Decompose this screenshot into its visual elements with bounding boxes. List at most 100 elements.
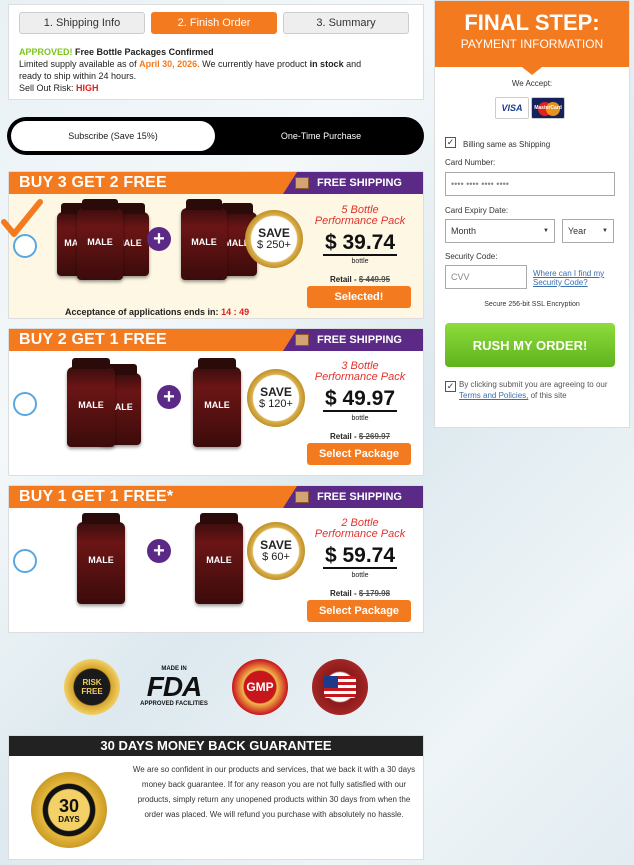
cvv-help-link[interactable]: Where can I find my Security Code?: [533, 269, 617, 287]
card-number-input[interactable]: •••• •••• •••• ••••: [445, 172, 615, 196]
subscribe-option[interactable]: Subscribe (Save 15%): [11, 121, 215, 151]
in-stock-text: in stock: [309, 59, 344, 69]
supply-text-2: We currently have product: [202, 59, 308, 69]
save-label: SAVE: [260, 385, 292, 399]
terms-link[interactable]: Terms and Policies,: [459, 391, 528, 400]
fda-logo: FDA: [146, 671, 203, 702]
pack-type: Performance Pack: [314, 215, 406, 227]
plus-icon: +: [157, 385, 181, 409]
guarantee-title: 30 DAYS MONEY BACK GUARANTEE: [9, 736, 423, 756]
rush-my-order-button[interactable]: RUSH MY ORDER!: [445, 323, 615, 367]
terms-checkbox[interactable]: ✓: [445, 381, 456, 392]
retail-price: Retail - $ 179.98: [305, 589, 415, 598]
save-amount: $ 120+: [259, 398, 293, 410]
checkmark-icon: [1, 199, 43, 237]
steps-bar: 1. Shipping Info 2. Finish Order 3. Summ…: [19, 12, 409, 34]
price-unit: bottle: [351, 572, 369, 579]
us-flag-icon: [324, 676, 356, 698]
risk-free-badge: RISK FREE: [64, 659, 120, 715]
product-bottle: MALE: [77, 199, 123, 280]
deadline-label: Acceptance of applications ends in:: [65, 307, 219, 317]
approved-label: APPROVED!: [19, 47, 73, 57]
terms-text: By clicking submit you are agreeing to o…: [459, 379, 621, 401]
free-text: FREE: [81, 687, 103, 696]
bottle-label: MALE: [78, 399, 104, 410]
package-radio[interactable]: [13, 549, 37, 573]
cvv-input[interactable]: CVV: [445, 265, 527, 289]
gmp-text: GMP: [246, 680, 274, 694]
package-price: $ 59.74: [305, 544, 415, 569]
supply-text-3: and: [346, 59, 362, 69]
chevron-down-icon: ▼: [543, 228, 549, 234]
product-bottle: MALE: [77, 513, 125, 604]
pack-name: 2 Bottle Performance Pack: [305, 518, 415, 540]
pack-name: 3 Bottle Performance Pack: [305, 361, 415, 383]
stock-notice: APPROVED! Free Bottle Packages Confirmed…: [19, 46, 414, 94]
package-radio[interactable]: [13, 392, 37, 416]
retail-price: Retail - $ 449.95: [305, 275, 415, 284]
accepted-cards-label: We Accept:: [511, 79, 553, 88]
retail-label: Retail -: [329, 589, 357, 598]
billing-same-checkbox[interactable]: ✓: [445, 137, 456, 148]
product-bottle: MALE: [195, 513, 243, 604]
product-bottle: MALE: [193, 358, 241, 447]
box-icon: [295, 334, 309, 346]
bottle-label: MALE: [204, 399, 230, 410]
money-back-guarantee: 30 DAYS MONEY BACK GUARANTEE 30 DAYS We …: [8, 735, 424, 860]
free-shipping-label: FREE SHIPPING: [317, 177, 402, 189]
chevron-down-icon: ▼: [602, 228, 608, 234]
bottle-label: MALE: [87, 237, 113, 248]
ssl-secure-text: Secure 256-bit SSL Encryption: [484, 301, 580, 308]
mastercard-icon: MasterCard: [531, 97, 565, 119]
selected-button[interactable]: Selected!: [307, 286, 411, 308]
price-value: $ 49.97: [322, 387, 398, 412]
mastercard-text: MasterCard: [534, 105, 562, 111]
bottle-label: MALE: [88, 555, 114, 566]
bottle-label: MALE: [206, 555, 232, 566]
risk-text: RISK: [82, 678, 102, 687]
package-header: BUY 1 GET 1 FREE* FREE SHIPPING: [9, 486, 423, 508]
package-card-3-bottle[interactable]: BUY 2 GET 1 FREE FREE SHIPPING MALE MALE…: [8, 328, 424, 476]
product-bottle: MALE: [181, 199, 227, 280]
seal-days: DAYS: [58, 814, 80, 824]
step-finish-order[interactable]: 2. Finish Order: [151, 12, 277, 34]
seal-number: 30: [58, 795, 80, 816]
product-bottle: MALE: [67, 358, 115, 447]
step-summary[interactable]: 3. Summary: [283, 12, 409, 34]
save-badge: SAVE $ 60+: [247, 522, 305, 580]
select-package-button[interactable]: Select Package: [307, 443, 411, 465]
deadline-text: Acceptance of applications ends in: 14 :…: [65, 307, 249, 317]
save-badge: SAVE $ 250+: [245, 210, 303, 268]
one-time-option[interactable]: One-Time Purchase: [221, 121, 421, 151]
payment-header: FINAL STEP: PAYMENT INFORMATION: [435, 1, 629, 75]
terms-text-b: of this site: [530, 391, 567, 400]
expiry-year-select[interactable]: Year ▼: [562, 219, 614, 243]
fda-badge: MADE IN FDA APPROVED FACILITIES: [136, 659, 212, 715]
expiry-month-select[interactable]: Month ▼: [445, 219, 555, 243]
supply-date: April 30, 2026.: [139, 59, 200, 69]
package-card-2-bottle[interactable]: BUY 1 GET 1 FREE* FREE SHIPPING MALE + M…: [8, 485, 424, 633]
price-value: $ 39.74: [322, 231, 398, 256]
retail-value: $ 449.95: [358, 275, 391, 284]
visa-icon: VISA: [495, 97, 529, 119]
retail-label: Retail -: [329, 275, 357, 284]
trust-badges: RISK FREE MADE IN FDA APPROVED FACILITIES…: [8, 655, 424, 725]
retail-value: $ 269.97: [358, 432, 391, 441]
guarantee-seal: 30 DAYS: [31, 772, 107, 848]
purchase-type-toggle: Subscribe (Save 15%) One-Time Purchase: [7, 117, 424, 155]
package-card-5-bottle[interactable]: BUY 3 GET 2 FREE FREE SHIPPING MALE MALE…: [8, 171, 424, 319]
fda-approved: APPROVED FACILITIES: [140, 701, 208, 707]
retail-label: Retail -: [329, 432, 357, 441]
save-label: SAVE: [260, 538, 292, 552]
card-number-label: Card Number:: [445, 158, 496, 167]
box-icon: [295, 177, 309, 189]
countdown-timer: 14 : 49: [221, 307, 250, 317]
select-package-button[interactable]: Select Package: [307, 600, 411, 622]
free-shipping-label: FREE SHIPPING: [317, 334, 402, 346]
risk-label: Sell Out Risk:: [19, 83, 74, 93]
package-title: BUY 2 GET 1 FREE: [19, 331, 167, 348]
gmp-badge: GMP: [232, 659, 288, 715]
free-shipping-banner: FREE SHIPPING: [283, 329, 423, 351]
package-header: BUY 2 GET 1 FREE FREE SHIPPING: [9, 329, 423, 351]
step-shipping-info[interactable]: 1. Shipping Info: [19, 12, 145, 34]
